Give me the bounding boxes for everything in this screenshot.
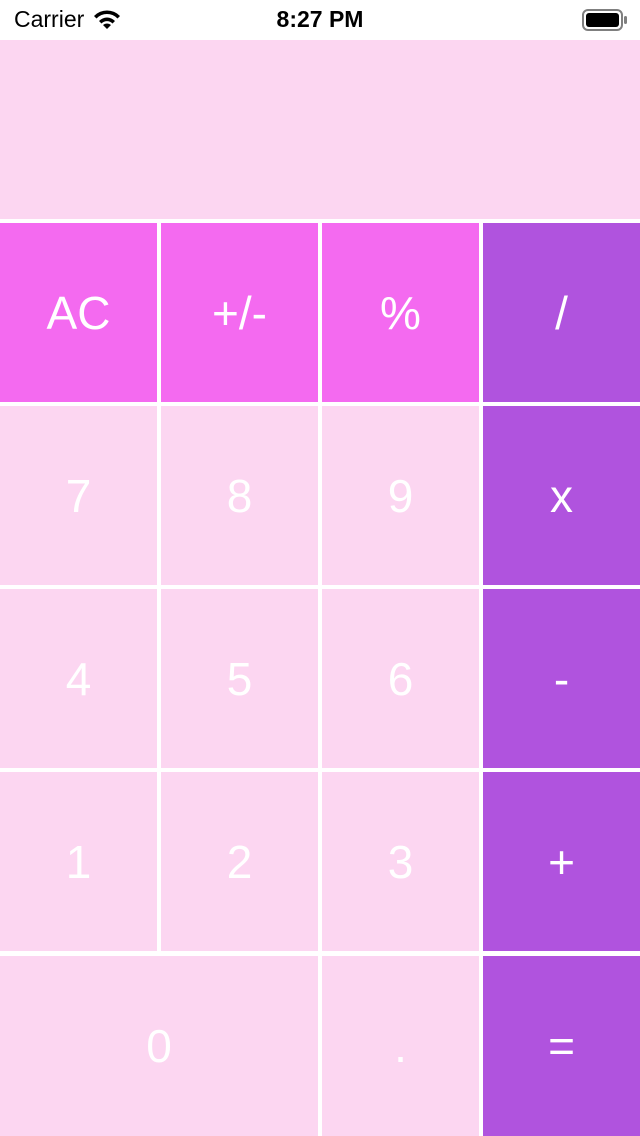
digit-7-button[interactable]: 7 bbox=[0, 406, 157, 585]
status-time: 8:27 PM bbox=[276, 6, 364, 32]
add-button[interactable]: + bbox=[483, 772, 640, 951]
clear-button[interactable]: AC bbox=[0, 223, 157, 402]
result-display bbox=[0, 40, 640, 219]
digit-9-button[interactable]: 9 bbox=[322, 406, 479, 585]
multiply-button[interactable]: x bbox=[483, 406, 640, 585]
subtract-button[interactable]: - bbox=[483, 589, 640, 768]
digit-0-button[interactable]: 0 bbox=[0, 956, 318, 1136]
sign-toggle-button[interactable]: +/- bbox=[161, 223, 318, 402]
digit-4-button[interactable]: 4 bbox=[0, 589, 157, 768]
divide-button[interactable]: / bbox=[483, 223, 640, 402]
digit-1-button[interactable]: 1 bbox=[0, 772, 157, 951]
digit-2-button[interactable]: 2 bbox=[161, 772, 318, 951]
digit-6-button[interactable]: 6 bbox=[322, 589, 479, 768]
digit-8-button[interactable]: 8 bbox=[161, 406, 318, 585]
digit-3-button[interactable]: 3 bbox=[322, 772, 479, 951]
calculator-screen: Carrier 8:27 PM AC +/- % / 7 8 9 x 4 5 6… bbox=[0, 0, 640, 1136]
decimal-button[interactable]: . bbox=[322, 956, 479, 1136]
percent-button[interactable]: % bbox=[322, 223, 479, 402]
keypad: AC +/- % / 7 8 9 x 4 5 6 - 1 2 3 + 0 . = bbox=[0, 219, 640, 1136]
battery-full-icon bbox=[582, 9, 627, 31]
equals-button[interactable]: = bbox=[483, 956, 640, 1136]
digit-5-button[interactable]: 5 bbox=[161, 589, 318, 768]
status-bar: Carrier 8:27 PM bbox=[0, 0, 640, 40]
